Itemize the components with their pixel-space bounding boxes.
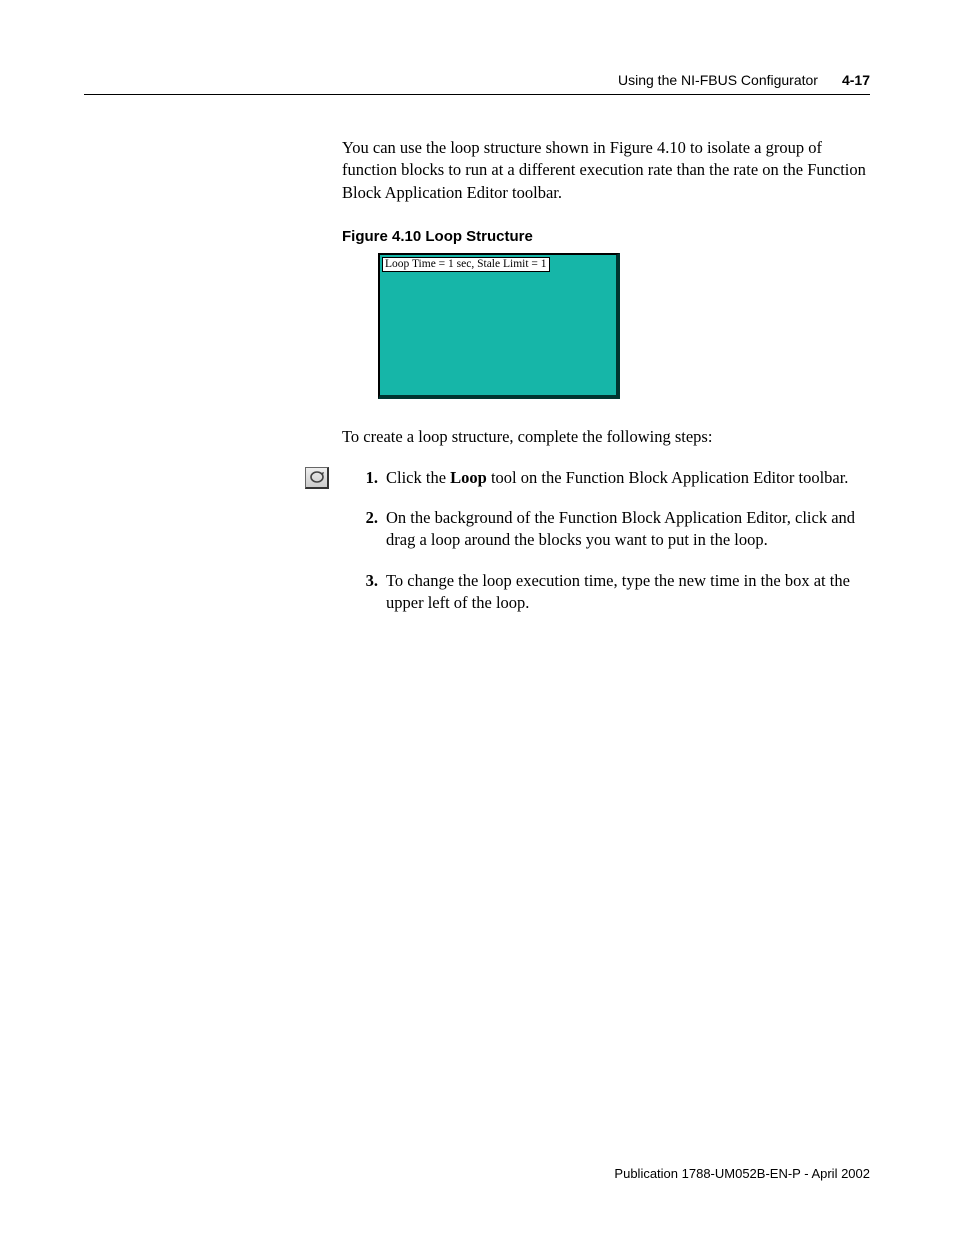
steps-list: 1. Click the Loop tool on the Function B…: [360, 467, 872, 614]
header-page-number: 4-17: [842, 72, 870, 88]
step-text-bold: Loop: [450, 468, 487, 487]
footer-publication: Publication 1788-UM052B-EN-P - April 200…: [614, 1166, 870, 1181]
step-3: 3. To change the loop execution time, ty…: [360, 570, 872, 615]
page: Using the NI-FBUS Configurator 4-17 You …: [0, 0, 954, 1235]
loop-tool-icon: [305, 467, 329, 489]
step-1: 1. Click the Loop tool on the Function B…: [360, 467, 872, 489]
step-text-suffix: tool on the Function Block Application E…: [487, 468, 849, 487]
header-section-title: Using the NI-FBUS Configurator: [618, 72, 818, 88]
page-header: Using the NI-FBUS Configurator 4-17: [84, 72, 870, 88]
step-body: Click the Loop tool on the Function Bloc…: [386, 467, 872, 489]
step-body: To change the loop execution time, type …: [386, 570, 872, 615]
step-2: 2. On the background of the Function Blo…: [360, 507, 872, 552]
step-text-prefix: Click the: [386, 468, 450, 487]
intro-paragraph: You can use the loop structure shown in …: [342, 137, 872, 204]
figure-caption: Figure 4.10 Loop Structure: [342, 228, 872, 245]
loop-structure-label: Loop Time = 1 sec, Stale Limit = 1: [382, 257, 550, 272]
step-text-prefix: On the background of the Function Block …: [386, 508, 855, 549]
step-number: 2.: [360, 507, 378, 529]
figure-loop-structure: Loop Time = 1 sec, Stale Limit = 1: [378, 253, 872, 399]
header-divider: [84, 94, 870, 95]
step-number: 3.: [360, 570, 378, 592]
steps-area: 1. Click the Loop tool on the Function B…: [342, 467, 872, 614]
main-content: You can use the loop structure shown in …: [342, 137, 872, 614]
step-number: 1.: [360, 467, 378, 489]
margin-icon-container: [305, 467, 329, 489]
loop-structure-box: Loop Time = 1 sec, Stale Limit = 1: [378, 253, 620, 399]
steps-lead-in: To create a loop structure, complete the…: [342, 427, 872, 447]
step-text-prefix: To change the loop execution time, type …: [386, 571, 850, 612]
step-body: On the background of the Function Block …: [386, 507, 872, 552]
